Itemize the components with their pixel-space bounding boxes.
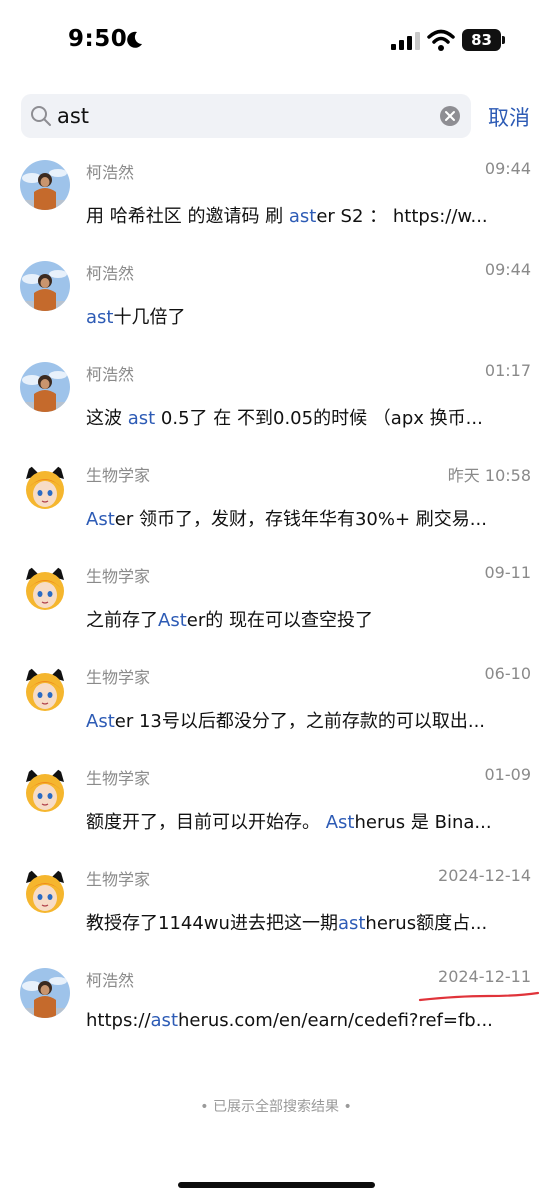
anime-cat-avatar-icon [20,665,70,715]
snippet-text: 额度开了，目前可以开始存。 [86,812,326,833]
message-time: 09:44 [484,260,531,279]
message-snippet: 教授存了1144wu进去把这一期astherus额度占... [86,909,532,935]
snippet-text: er 领币了，发财，存钱年华有30%+ 刷交易... [114,509,487,530]
match-highlight: ast [337,913,366,934]
snippet-text: er 13号以后都没分了，之前存款的可以取出... [114,711,486,732]
search-result-item[interactable]: 生物学家 2024-12-14 教授存了1144wu进去把这一期astherus额度… [0,858,552,959]
status-bar: 9:50 83 [0,0,552,84]
sender-name: 生物学家 [86,466,151,485]
sender-name: 生物学家 [86,668,151,687]
sender-name: 柯浩然 [86,163,135,182]
search-result-item[interactable]: 柯浩然 09:44 用 哈希社区 的邀请码 刷 aster S2 ： https:/… [0,151,552,252]
snippet-text: 0.5了 在 不到0.05的时候 （apx 换币... [155,408,483,429]
message-snippet: Aster 13号以后都没分了，之前存款的可以取出... [86,707,532,733]
avatar [20,766,70,816]
sender-name: 生物学家 [86,567,151,586]
match-highlight: Ast [86,509,115,530]
search-result-item[interactable]: 柯浩然 01:17 这波 ast 0.5了 在 不到0.05的时候 （apx 换币.… [0,353,552,454]
message-time: 2024-12-11 [438,967,531,986]
search-result-item[interactable]: 柯浩然 09:44 ast十几倍了 [0,252,552,353]
message-snippet: 之前存了Aster的 现在可以查空投了 [86,606,532,632]
message-time: 昨天 10:58 [447,466,531,485]
clear-icon[interactable] [439,105,461,127]
avatar [20,564,70,614]
battery-level: 83 [462,29,501,51]
search-results-list: 柯浩然 09:44 用 哈希社区 的邀请码 刷 aster S2 ： https:/… [0,151,552,1060]
person-photo-avatar-icon [20,160,70,210]
home-indicator[interactable] [178,1182,375,1188]
person-photo-avatar-icon [20,968,70,1018]
search-result-item[interactable]: 生物学家 01-09 额度开了，目前可以开始存。 Astherus 是 Bina..… [0,757,552,858]
person-photo-avatar-icon [20,362,70,412]
message-time: 2024-12-14 [438,866,531,885]
sender-name: 柯浩然 [86,264,135,283]
search-input[interactable] [57,100,427,132]
search-result-item[interactable]: 生物学家 09-11 之前存了Aster的 现在可以查空投了 [0,555,552,656]
avatar [20,867,70,917]
cellular-signal-icon [391,32,420,50]
match-highlight: Ast [325,812,355,833]
message-snippet: 这波 ast 0.5了 在 不到0.05的时候 （apx 换币... [86,404,532,430]
snippet-text: 用 哈希社区 的邀请码 刷 [86,206,289,227]
message-time: 01:17 [484,361,531,380]
snippet-text: herus.com/en/earn/cedefi?ref=fb... [178,1010,493,1031]
message-time: 09:44 [484,159,531,178]
anime-cat-avatar-icon [20,867,70,917]
snippet-text: er S2 ： https://w... [316,206,488,227]
anime-cat-avatar-icon [20,564,70,614]
snippet-text: er的 现在可以查空投了 [186,610,373,631]
search-bar[interactable] [21,94,471,138]
cancel-button[interactable]: 取消 [488,102,530,132]
all-results-shown-note: • 已展示全部搜索结果 • [200,1099,352,1115]
status-time: 9:50 [68,26,128,52]
match-highlight: Ast [158,610,187,631]
message-snippet: 用 哈希社区 的邀请码 刷 aster S2 ： https://w... [86,202,532,228]
moon-icon [127,31,142,48]
snippet-text: herus 是 Bina... [354,812,492,833]
message-time: 09-11 [484,563,532,582]
sender-name: 生物学家 [86,870,151,889]
red-underline-annotation [418,991,540,1002]
search-result-item[interactable]: 生物学家 昨天 10:58 Aster 领币了，发财，存钱年华有30%+ 刷交易..… [0,454,552,555]
match-highlight: ast [86,307,114,328]
sender-name: 柯浩然 [86,365,135,384]
message-snippet: https://astherus.com/en/earn/cedefi?ref=… [86,1010,532,1031]
wifi-icon [427,29,455,51]
message-snippet: Aster 领币了，发财，存钱年华有30%+ 刷交易... [86,505,532,531]
match-highlight: ast [150,1010,178,1031]
anime-cat-avatar-icon [20,766,70,816]
sender-name: 柯浩然 [86,971,135,990]
snippet-text: 这波 [86,408,128,429]
avatar [20,463,70,513]
search-result-item[interactable]: 生物学家 06-10 Aster 13号以后都没分了，之前存款的可以取出... [0,656,552,757]
search-result-item[interactable]: 柯浩然 2024-12-11 https://astherus.com/en/ear… [0,959,552,1060]
avatar [20,160,70,210]
search-icon [31,106,51,126]
avatar [20,362,70,412]
snippet-text: 教授存了1144wu进去把这一期 [86,913,338,934]
match-highlight: ast [288,206,317,227]
avatar [20,665,70,715]
snippet-text: 十几倍了 [113,307,186,328]
avatar [20,968,70,1018]
message-snippet: 额度开了，目前可以开始存。 Astherus 是 Bina... [86,808,532,834]
anime-cat-avatar-icon [20,463,70,513]
message-time: 01-09 [484,765,532,784]
snippet-text: herus额度占... [365,913,488,934]
snippet-text: https:// [86,1010,151,1031]
match-highlight: ast [127,408,156,429]
battery-icon: 83 [462,29,506,51]
snippet-text: 之前存了 [86,610,158,631]
avatar [20,261,70,311]
message-snippet: ast十几倍了 [86,303,532,329]
sender-name: 生物学家 [86,769,151,788]
match-highlight: Ast [86,711,115,732]
person-photo-avatar-icon [20,261,70,311]
message-time: 06-10 [484,664,532,683]
